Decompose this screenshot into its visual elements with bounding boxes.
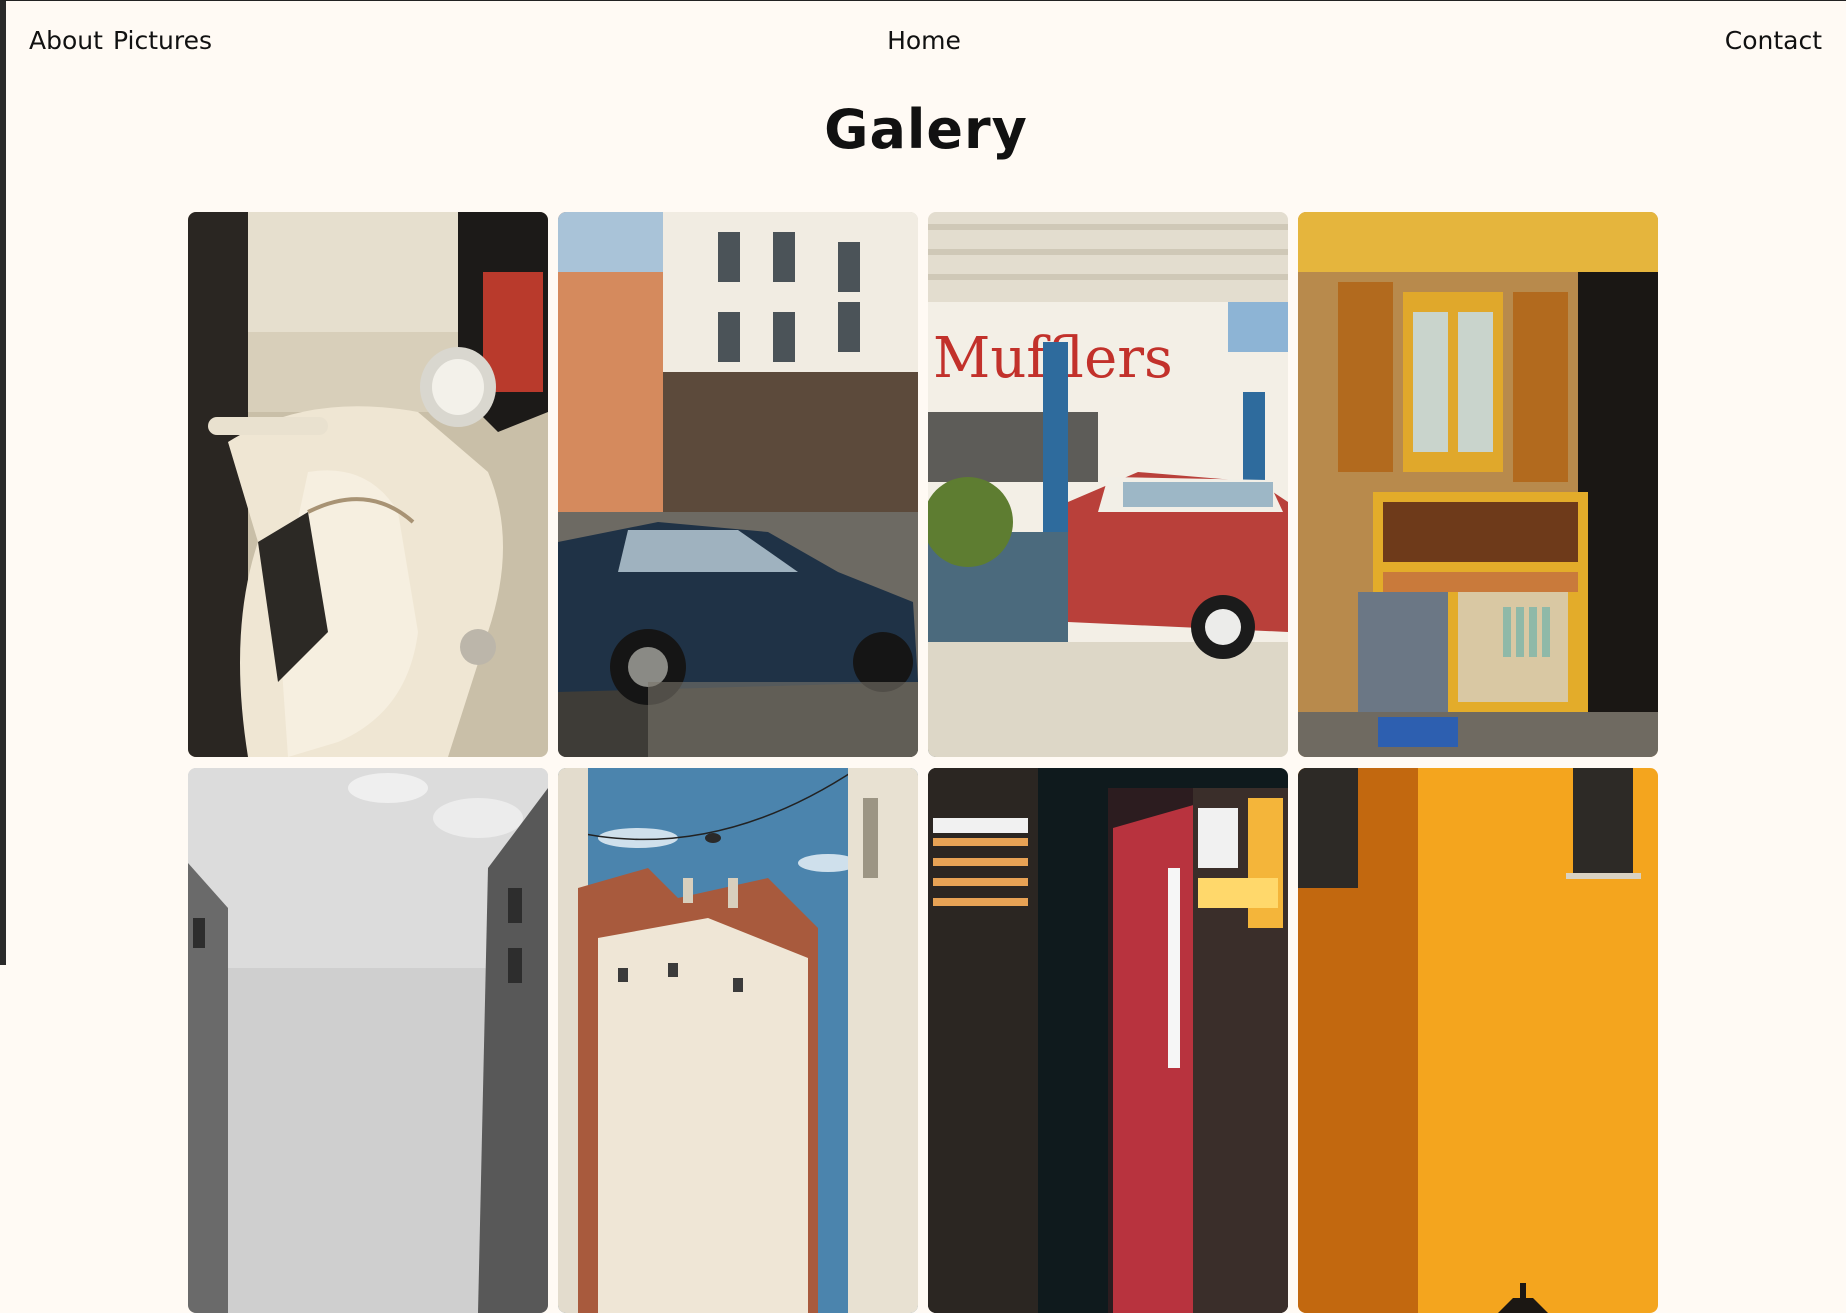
rooftops-photo-image <box>558 768 918 1313</box>
browser-viewport: About Pictures Home Contact Galery <box>0 0 1846 1313</box>
orange-wall-photo-image <box>1298 768 1658 1313</box>
gallery-photo-night-city[interactable] <box>928 768 1288 1313</box>
street-car-photo-image <box>558 212 918 757</box>
gallery-photo-orange-wall[interactable] <box>1298 768 1658 1313</box>
nav-link-about[interactable]: About <box>29 26 103 55</box>
gallery-photo-bw-street[interactable] <box>188 768 548 1313</box>
gallery-photo-rooftops[interactable] <box>558 768 918 1313</box>
night-city-photo-image <box>928 768 1288 1313</box>
photo-gallery-grid: Mufflers <box>188 212 1667 1313</box>
bw-street-photo-image <box>188 768 548 1313</box>
nav-link-contact[interactable]: Contact <box>1725 26 1822 55</box>
nav-link-pictures[interactable]: Pictures <box>113 26 212 55</box>
top-navigation: About Pictures Home Contact <box>6 1 1846 85</box>
scooter-photo-image <box>188 212 548 757</box>
page-title: Galery <box>824 98 1028 161</box>
gallery-photo-scooter[interactable] <box>188 212 548 757</box>
mufflers-car-photo-image: Mufflers <box>928 212 1288 757</box>
gallery-photo-mufflers-car[interactable]: Mufflers <box>928 212 1288 757</box>
gallery-photo-street-car[interactable] <box>558 212 918 757</box>
gallery-photo-shop-stall[interactable] <box>1298 212 1658 757</box>
shop-stall-photo-image <box>1298 212 1658 757</box>
nav-link-home[interactable]: Home <box>887 26 961 55</box>
